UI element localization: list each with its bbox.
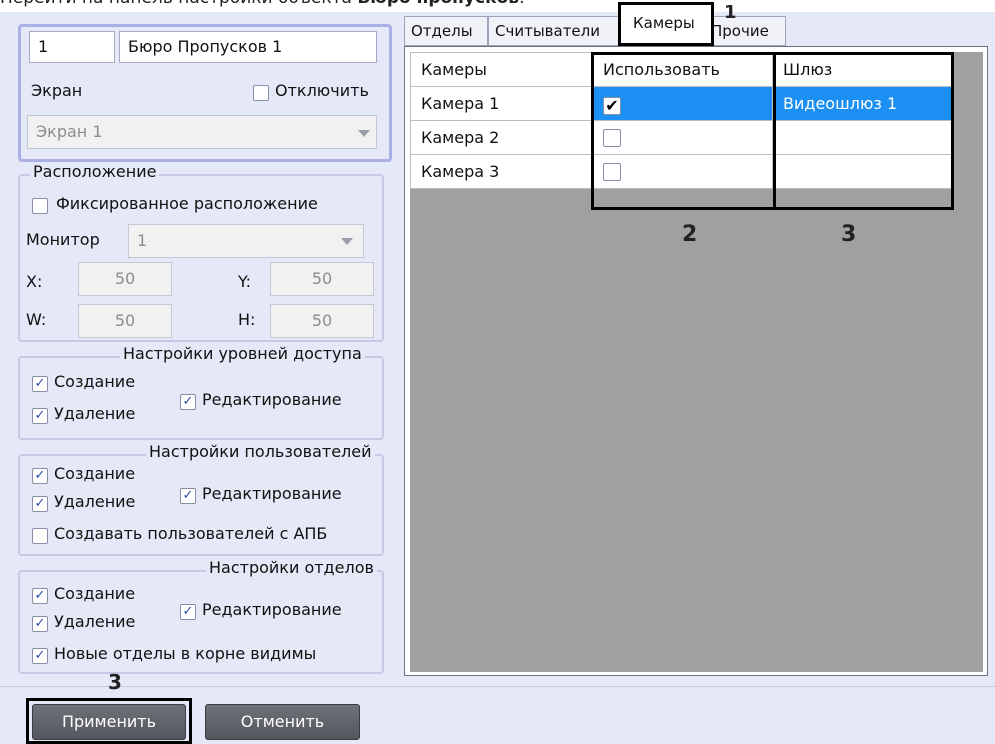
y-field[interactable]: 50 [270, 262, 374, 296]
access-levels-title: Настройки уровней доступа [120, 344, 365, 363]
dept-edit-checkbox[interactable]: ✓ [180, 604, 196, 620]
tab-readers[interactable]: Считыватели [488, 16, 620, 46]
departments-group: Настройки отделов ✓ Создание ✓ Удаление … [18, 558, 384, 674]
x-label: X: [26, 272, 43, 291]
cancel-button[interactable]: Отменить [205, 704, 360, 740]
dept-root-label: Новые отделы в корне видимы [54, 644, 317, 663]
access-edit-label: Редактирование [202, 390, 342, 409]
h-field[interactable]: 50 [270, 304, 374, 338]
fixed-location-checkbox[interactable] [32, 198, 48, 214]
users-title: Настройки пользователей [146, 442, 375, 461]
y-label: Y: [238, 272, 252, 291]
users-apb-checkbox[interactable] [32, 528, 48, 544]
dept-create-checkbox[interactable]: ✓ [32, 588, 48, 604]
object-name-field[interactable]: Бюро Пропусков 1 [119, 31, 377, 63]
camera-name-cell[interactable]: Камера 2 [410, 120, 593, 155]
caption: Перейти на панель настройки объекта Бюро… [0, 0, 524, 8]
object-box: 1 Бюро Пропусков 1 Экран Отключить Экран… [18, 24, 392, 162]
annotation-1: 1 [724, 2, 737, 23]
users-edit-label: Редактирование [202, 484, 342, 503]
users-edit-checkbox[interactable]: ✓ [180, 488, 196, 504]
users-group: Настройки пользователей ✓ Создание ✓ Уда… [18, 442, 384, 556]
users-create-label: Создание [54, 464, 136, 483]
screen-label: Экран [31, 81, 83, 100]
users-delete-label: Удаление [54, 492, 136, 511]
caption-suffix: . [519, 0, 524, 8]
disable-checkbox[interactable] [253, 85, 269, 101]
tab-departments[interactable]: Отделы [404, 16, 488, 46]
access-create-label: Создание [54, 372, 136, 391]
location-title: Расположение [30, 162, 160, 181]
w-label: W: [26, 310, 47, 329]
access-delete-label: Удаление [54, 404, 136, 423]
users-create-checkbox[interactable]: ✓ [32, 468, 48, 484]
monitor-value: 1 [137, 231, 148, 250]
w-field[interactable]: 50 [78, 304, 172, 338]
users-apb-label: Создавать пользователей с АПБ [54, 524, 328, 543]
dept-create-label: Создание [54, 584, 136, 603]
annotation-2: 2 [682, 222, 698, 247]
x-field[interactable]: 50 [78, 262, 172, 296]
chevron-down-icon [358, 130, 370, 137]
camera-name-cell[interactable]: Камера 1 [410, 86, 593, 121]
disable-label: Отключить [275, 81, 369, 100]
object-id-field[interactable]: 1 [29, 31, 115, 63]
monitor-select[interactable]: 1 [128, 224, 364, 258]
camera-name-cell[interactable]: Камера 3 [410, 154, 593, 189]
column-header-cameras[interactable]: Камеры [410, 52, 593, 87]
tab-cameras[interactable]: Камеры [618, 2, 714, 46]
caption-bold: Бюро пропусков [357, 0, 519, 8]
fixed-location-label: Фиксированное расположение [56, 194, 318, 213]
dept-root-checkbox[interactable]: ✓ [32, 648, 48, 664]
dept-delete-checkbox[interactable]: ✓ [32, 616, 48, 632]
annotation-3: 3 [841, 222, 857, 247]
users-delete-checkbox[interactable]: ✓ [32, 496, 48, 512]
dept-edit-label: Редактирование [202, 600, 342, 619]
access-delete-checkbox[interactable]: ✓ [32, 408, 48, 424]
monitor-label: Монитор [26, 230, 100, 249]
apply-button[interactable]: Применить [32, 704, 186, 740]
access-levels-group: Настройки уровней доступа ✓ Создание ✓ У… [18, 344, 384, 440]
tab-other[interactable]: Прочие [704, 16, 786, 46]
annotation-3-apply: 3 [108, 670, 122, 694]
location-group: Расположение Фиксированное расположение … [18, 162, 384, 342]
h-label: H: [238, 310, 256, 329]
gateway-column-highlight [773, 52, 954, 210]
screen-select[interactable]: Экран 1 [27, 115, 377, 149]
caption-text: Перейти на панель настройки объекта [0, 0, 357, 8]
dept-delete-label: Удаление [54, 612, 136, 631]
screen-select-value: Экран 1 [36, 122, 103, 141]
access-create-checkbox[interactable]: ✓ [32, 376, 48, 392]
access-edit-checkbox[interactable]: ✓ [180, 394, 196, 410]
departments-title: Настройки отделов [206, 558, 377, 577]
chevron-down-icon [341, 238, 353, 245]
use-column-highlight [591, 52, 776, 210]
